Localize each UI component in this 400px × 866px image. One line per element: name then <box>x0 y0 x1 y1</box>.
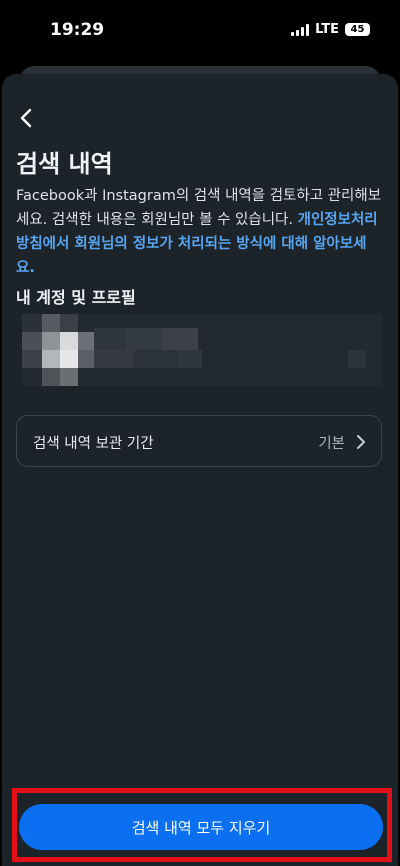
page-title: 검색 내역 <box>16 150 113 178</box>
status-bar: 19:29 LTE 45 <box>0 0 400 60</box>
account-profile-item[interactable] <box>22 314 382 386</box>
blurred-account-image <box>22 314 382 386</box>
section-title: 내 계정 및 프로필 <box>16 288 136 307</box>
signal-icon <box>291 23 310 36</box>
status-time: 19:29 <box>50 20 105 40</box>
search-retention-period-item[interactable]: 검색 내역 보관 기간 기본 <box>16 415 382 467</box>
battery-level: 45 <box>350 24 365 35</box>
chevron-right-icon <box>357 435 365 449</box>
retention-label: 검색 내역 보관 기간 <box>33 436 154 452</box>
back-chevron-icon <box>20 108 32 128</box>
clear-all-search-history-button[interactable]: 검색 내역 모두 지우기 <box>19 804 383 850</box>
back-button[interactable] <box>14 104 38 132</box>
battery-icon: 45 <box>345 23 370 36</box>
status-indicators: LTE 45 <box>291 22 370 37</box>
page-description: Facebook과 Instagram의 검색 내역을 검토하고 관리해보세요.… <box>16 184 384 280</box>
retention-value: 기본 <box>318 436 345 452</box>
network-label: LTE <box>315 22 339 37</box>
